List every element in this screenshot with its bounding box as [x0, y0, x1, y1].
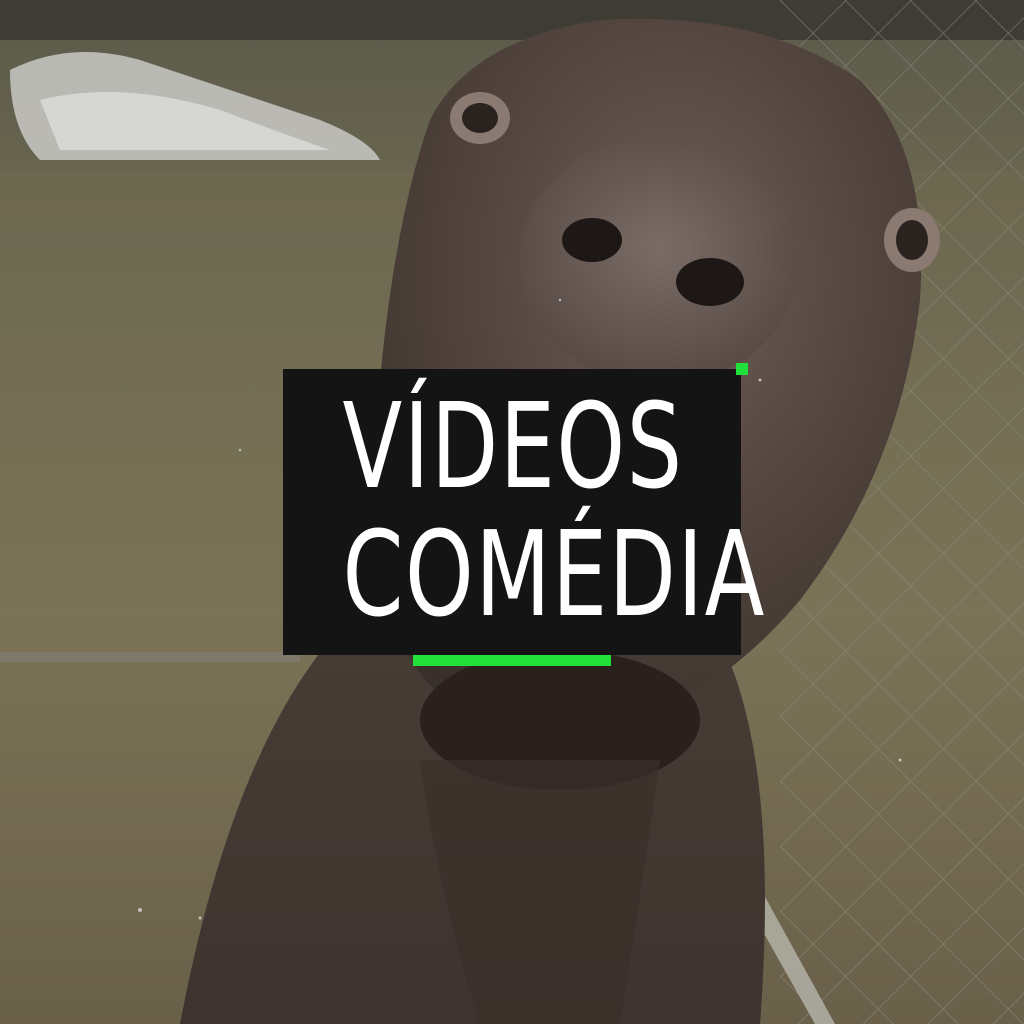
title-box: VÍDEOS COMÉDIA [283, 369, 766, 655]
accent-square [736, 363, 748, 375]
thumbnail-canvas: VÍDEOS COMÉDIA [0, 0, 1024, 1024]
accent-underline [413, 655, 611, 666]
title-line-2: COMÉDIA [342, 505, 766, 643]
title-line-1: VÍDEOS [342, 377, 684, 515]
